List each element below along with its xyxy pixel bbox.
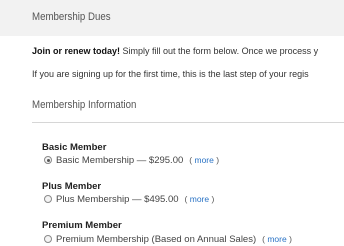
- premium-membership-option[interactable]: Premium Membership (Based on Annual Sale…: [44, 233, 292, 245]
- membership-dues-header: Membership Dues: [0, 0, 344, 36]
- plus-more: ( more ): [184, 194, 215, 204]
- plus-more-link[interactable]: more: [190, 194, 209, 204]
- basic-membership-option[interactable]: Basic Membership — $295.00 ( more ): [44, 154, 219, 166]
- intro-line-1: Join or renew today! Simply fill out the…: [32, 46, 318, 56]
- premium-more: ( more ): [262, 234, 292, 244]
- plus-membership-radio[interactable]: [44, 195, 52, 203]
- membership-information-title: Membership Information: [32, 99, 137, 111]
- plus-member-label: Plus Member: [42, 181, 102, 192]
- membership-dues-title: Membership Dues: [32, 11, 111, 23]
- premium-member-label: Premium Member: [42, 220, 122, 231]
- basic-membership-radio[interactable]: [44, 156, 52, 164]
- basic-more: ( more ): [189, 155, 220, 165]
- basic-more-link[interactable]: more: [194, 155, 213, 165]
- premium-membership-radio[interactable]: [44, 235, 52, 243]
- premium-more-link[interactable]: more: [267, 234, 286, 244]
- intro-line-2: If you are signing up for the first time…: [32, 69, 309, 79]
- intro-rest: Simply fill out the form below. Once we …: [120, 46, 319, 56]
- plus-membership-text: Plus Membership — $495.00: [56, 193, 179, 205]
- premium-membership-text: Premium Membership (Based on Annual Sale…: [56, 233, 257, 245]
- basic-member-label: Basic Member: [42, 142, 107, 153]
- intro-bold: Join or renew today!: [32, 46, 121, 56]
- section-divider: [32, 122, 344, 123]
- plus-membership-option[interactable]: Plus Membership — $495.00 ( more ): [44, 193, 214, 205]
- basic-membership-text: Basic Membership — $295.00: [56, 154, 184, 166]
